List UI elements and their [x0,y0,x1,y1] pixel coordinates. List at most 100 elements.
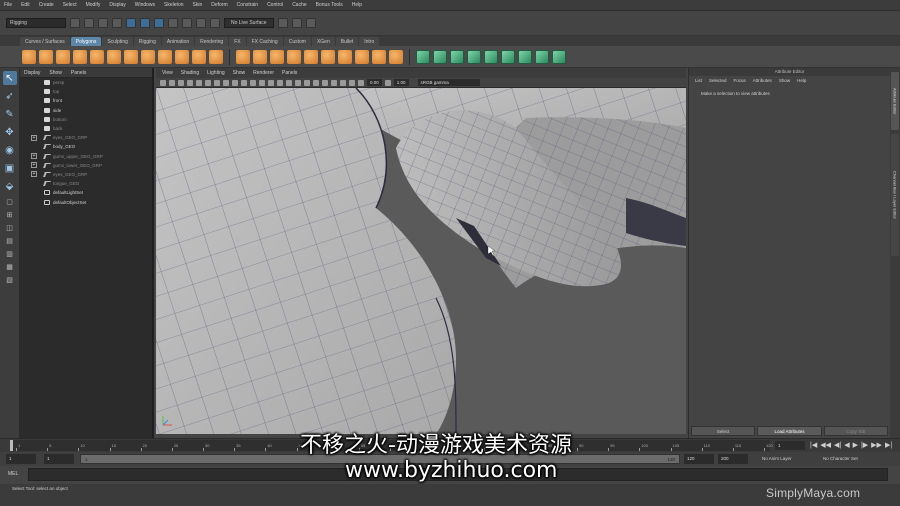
layout-two-icon[interactable]: ◫ [3,223,17,232]
outliner-item[interactable]: back [20,124,152,133]
select-component-icon[interactable] [154,18,164,28]
layout-script-icon[interactable]: ▧ [3,275,17,284]
poly-soccer-icon[interactable] [192,49,206,64]
textured-icon[interactable] [268,79,274,86]
mirror-icon[interactable] [338,49,352,64]
shelf-tab-fx-caching[interactable]: FX Caching [246,37,283,46]
poly-plane-icon[interactable] [90,49,104,64]
channel-box-tab[interactable]: Channel Box / Layer Editor [891,134,899,256]
attr-menu-help[interactable]: Help [797,78,806,83]
last-tool-icon[interactable]: ⬙ [3,179,17,193]
menu-display[interactable]: Display [109,2,125,8]
wireframe-icon[interactable] [241,79,247,86]
bridge-icon[interactable] [433,49,447,64]
outliner-item[interactable]: front [20,96,152,105]
smooth-icon[interactable] [355,49,369,64]
snap-curve-icon[interactable] [182,18,192,28]
poly-cone-icon[interactable] [73,49,87,64]
anti-aliasing-icon[interactable] [313,79,319,86]
viewport-menu-view[interactable]: View [162,70,173,76]
viewport-menu-lighting[interactable]: Lighting [207,70,225,76]
playback-end-field[interactable]: 120 [684,454,714,464]
expand-icon[interactable]: + [31,171,37,178]
layout-graph-icon[interactable]: ▥ [3,249,17,258]
lasso-tool-icon[interactable]: ➶ [3,89,17,103]
isolate-select-icon[interactable] [331,79,337,86]
outliner-item[interactable]: persp [20,78,152,87]
layout-single-icon[interactable]: ▢ [3,197,17,206]
multi-cut-icon[interactable] [518,49,532,64]
select-hierarchy-icon[interactable] [126,18,136,28]
grid-toggle-icon[interactable] [187,79,193,86]
outliner-menu-display[interactable]: Display [24,70,40,76]
boolean-intersection-icon[interactable] [321,49,335,64]
combine-icon[interactable] [236,49,250,64]
shelf-tab-intro[interactable]: Intro [359,37,380,46]
poly-pyramid-icon[interactable] [141,49,155,64]
render-icon[interactable] [277,18,288,28]
gamma-icon[interactable] [384,79,391,86]
fill-hole-icon[interactable] [467,49,481,64]
camera-attributes-icon[interactable] [160,79,166,86]
3d-viewport[interactable] [156,88,686,434]
depth-of-field-icon[interactable] [322,79,328,86]
gate-mask-icon[interactable] [214,79,220,86]
attr-menu-focus[interactable]: Focus [734,78,746,83]
viewport-menu-panels[interactable]: Panels [282,70,297,76]
gamma-field[interactable]: 1.00 [393,79,409,86]
play-forward-button[interactable]: ▶ [853,441,858,450]
outliner-item[interactable]: tongue_GEO [20,179,152,188]
step-back-frame-button[interactable]: ◀| [834,441,841,450]
shelf-tab-fx[interactable]: FX [229,37,246,46]
exposure-icon[interactable] [358,79,364,86]
shadows-icon[interactable] [286,79,292,86]
xray-icon[interactable] [340,79,346,86]
snap-grid-icon[interactable] [168,18,178,28]
outliner-item[interactable]: side [20,106,152,115]
attr-menu-list[interactable]: List [695,78,702,83]
copy-tab-button[interactable]: Copy Tab [823,426,888,436]
reduce-icon[interactable] [372,49,386,64]
shelf-tab-sculpting[interactable]: Sculpting [102,37,133,46]
anim-layer-label[interactable]: No Anim Layer [762,456,792,461]
poly-torus-icon[interactable] [107,49,121,64]
poly-cube-icon[interactable] [39,49,53,64]
merge-icon[interactable] [501,49,515,64]
exposure-field[interactable]: 0.00 [367,79,382,86]
command-language-label[interactable]: MEL [8,471,18,477]
menu-help[interactable]: Help [352,2,362,8]
poly-pipe-icon[interactable] [158,49,172,64]
menu-deform[interactable]: Deform [211,2,227,8]
boolean-difference-icon[interactable] [304,49,318,64]
attr-menu-selected[interactable]: Selected [709,78,727,83]
folder-icon[interactable] [70,18,80,28]
expand-icon[interactable]: + [31,153,37,160]
step-forward-key-button[interactable]: ▶▶ [871,441,882,450]
film-gate-icon[interactable] [196,79,202,86]
go-to-end-button[interactable]: ▶| [885,441,892,450]
bevel-icon[interactable] [484,49,498,64]
poly-helix-icon[interactable] [175,49,189,64]
snap-point-icon[interactable] [196,18,206,28]
outliner-item[interactable]: body_GEO [20,142,152,151]
layout-four-icon[interactable]: ⊞ [3,210,17,219]
outliner-item[interactable]: defaultLightSet [20,188,152,197]
menu-bonus-tools[interactable]: Bonus Tools [316,2,343,8]
screen-space-ao-icon[interactable] [295,79,301,86]
animation-start-field[interactable]: 1 [6,454,36,464]
shelf-tab-curves-surfaces[interactable]: Curves / Surfaces [20,37,70,46]
menu-constrain[interactable]: Constrain [237,2,258,8]
go-to-start-button[interactable]: |◀ [810,441,817,450]
select-tool-icon[interactable]: ↖ [2,71,17,85]
outliner-item[interactable]: + eyes_GEO_GRP [20,170,152,179]
poly-platonic-icon[interactable] [209,49,223,64]
step-forward-frame-button[interactable]: |▶ [861,441,868,450]
xray-joints-icon[interactable] [349,79,355,86]
wireframe-on-shaded-icon[interactable] [259,79,265,86]
menu-edit[interactable]: Edit [21,2,30,8]
lights-icon[interactable] [277,79,283,86]
menu-control[interactable]: Control [267,2,283,8]
append-polygon-icon[interactable] [450,49,464,64]
menu-modify[interactable]: Modify [86,2,101,8]
move-tool-icon[interactable]: ✥ [3,125,17,139]
